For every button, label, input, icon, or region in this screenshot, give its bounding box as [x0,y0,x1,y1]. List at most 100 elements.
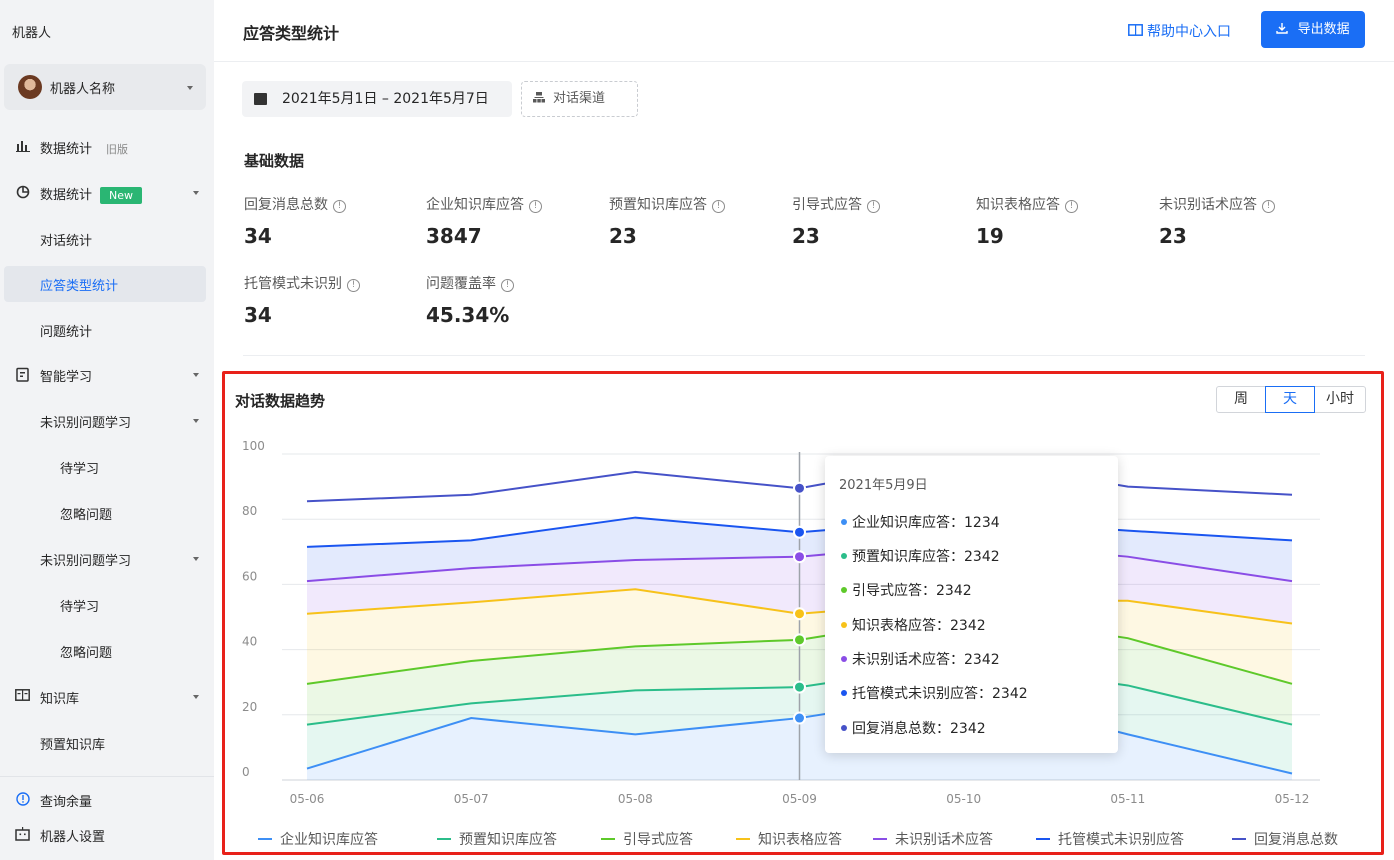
sidebar-item-knowledge-base[interactable]: 知识库 [0,679,214,715]
sidebar-item-label: 机器人设置 [40,830,106,845]
y-tick-label: 100 [242,439,265,453]
hover-point [793,550,806,564]
sidebar-item-question-stats[interactable]: 问题统计 [0,312,214,348]
main-content: 应答类型统计 帮助中心入口 导出数据 2021年5月1日 – 2021年5月7日… [214,0,1394,860]
y-tick-label: 0 [242,765,250,779]
series-dot-icon [841,656,847,662]
avatar [18,75,42,99]
x-tick-label: 05-08 [618,792,653,806]
sidebar-item-query-balance[interactable]: 查询余量 [0,782,214,818]
legend-item[interactable]: 引导式应答 [601,829,693,849]
sidebar: 机器人 机器人名称 数据统计 旧版 数据统计 New 对话统计 应答类型统计 问题统… [0,0,214,860]
sidebar-item-label: 未识别问题学习 [40,416,132,431]
sidebar-item-preset-kb[interactable]: 预置知识库 [0,725,214,761]
book-icon [15,689,30,704]
sidebar-item-response-type-stats[interactable]: 应答类型统计 [4,266,206,302]
sidebar-item-ignored[interactable]: 忽略问题 [0,495,214,531]
x-tick-label: 05-07 [454,792,489,806]
legend-swatch [437,838,451,840]
legend-item[interactable]: 企业知识库应答 [258,829,378,849]
sidebar-item-bot-settings[interactable]: 机器人设置 [0,817,214,853]
tooltip-row: 回复消息总数：2342 [841,718,986,738]
series-dot-icon [841,622,847,628]
chevron-down-icon [193,419,199,423]
legend-swatch [1232,838,1246,840]
clipboard-icon [15,367,30,382]
sidebar-item-to-learn[interactable]: 待学习 [0,449,214,485]
y-tick-label: 20 [242,700,257,714]
sidebar-item-unrecognized-learning-2[interactable]: 未识别问题学习 [0,541,214,577]
sidebar-item-label: 问题统计 [40,325,93,340]
series-dot-icon [841,519,847,525]
series-dot-icon [841,690,847,696]
sidebar-item-label: 应答类型统计 [40,279,119,294]
chevron-down-icon [187,86,193,90]
sidebar-item-ignored-2[interactable]: 忽略问题 [0,633,214,669]
x-tick-label: 05-10 [946,792,981,806]
x-tick-label: 05-09 [782,792,817,806]
sidebar-item-label: 忽略问题 [60,646,113,661]
sidebar-title: 机器人 [12,26,52,41]
hover-point [793,481,806,495]
sidebar-item-label: 预置知识库 [40,738,106,753]
y-tick-label: 80 [242,504,257,518]
series-dot-icon [841,553,847,559]
legend-item[interactable]: 知识表格应答 [736,829,842,849]
hover-point [793,525,806,539]
sidebar-item-label: 对话统计 [40,234,93,249]
sidebar-item-label: 知识库 [40,692,80,707]
legend-swatch [873,838,887,840]
sidebar-item-label: 数据统计 [40,142,93,157]
bar-chart-icon [15,139,30,154]
tooltip-row: 引导式应答：2342 [841,580,972,600]
robot-settings-icon [15,827,30,842]
new-badge: New [100,187,143,204]
legend-swatch [258,838,272,840]
chevron-down-icon [193,557,199,561]
x-tick-label: 05-06 [290,792,325,806]
tooltip-row: 预置知识库应答：2342 [841,546,1000,566]
chevron-down-icon [193,373,199,377]
range-day-button[interactable]: 天 [1265,386,1315,413]
sidebar-item-stats-old[interactable]: 数据统计 旧版 [0,129,214,165]
tooltip-row: 未识别话术应答：2342 [841,649,1000,669]
sidebar-item-stats-new[interactable]: 数据统计 New [0,175,214,211]
sidebar-item-unrecognized-learning[interactable]: 未识别问题学习 [0,403,214,439]
tooltip-row: 知识表格应答：2342 [841,615,986,635]
hover-point [793,680,806,694]
sidebar-item-dialog-stats[interactable]: 对话统计 [0,221,214,257]
legend-item[interactable]: 回复消息总数 [1232,829,1338,849]
x-tick-label: 05-11 [1110,792,1145,806]
sidebar-item-label: 待学习 [60,462,100,477]
hover-point [793,633,806,647]
y-tick-label: 40 [242,635,257,649]
legend-item[interactable]: 预置知识库应答 [437,829,557,849]
chevron-down-icon [193,191,199,195]
sidebar-item-label: 查询余量 [40,795,93,810]
series-dot-icon [841,725,847,731]
bot-selector[interactable]: 机器人名称 [4,64,206,110]
sidebar-item-label: 待学习 [60,600,100,615]
series-dot-icon [841,587,847,593]
sidebar-item-smart-learning[interactable]: 智能学习 [0,357,214,393]
hover-point [793,607,806,621]
chevron-down-icon [193,695,199,699]
chart-tooltip: 2021年5月9日 企业知识库应答：1234 预置知识库应答：2342 引导式应… [825,456,1118,753]
tooltip-row: 托管模式未识别应答：2342 [841,683,1028,703]
tooltip-row: 企业知识库应答：1234 [841,512,1000,532]
sidebar-item-to-learn-2[interactable]: 待学习 [0,587,214,623]
old-version-tag: 旧版 [106,143,129,156]
legend-swatch [736,838,750,840]
info-circle-icon [15,792,30,807]
legend-item[interactable]: 托管模式未识别应答 [1036,829,1184,849]
sidebar-divider [0,776,214,777]
bot-name: 机器人名称 [50,82,116,97]
legend-swatch [601,838,615,840]
sidebar-item-label: 智能学习 [40,370,93,385]
sidebar-item-label: 忽略问题 [60,508,113,523]
hover-point [793,711,806,725]
trend-chart[interactable]: 0 20 40 60 80 100 05-06 05-07 05-08 05-09 05-10 05-… [214,0,1394,860]
y-tick-label: 60 [242,569,257,583]
legend-item[interactable]: 未识别话术应答 [873,829,993,849]
tooltip-date: 2021年5月9日 [839,478,928,493]
